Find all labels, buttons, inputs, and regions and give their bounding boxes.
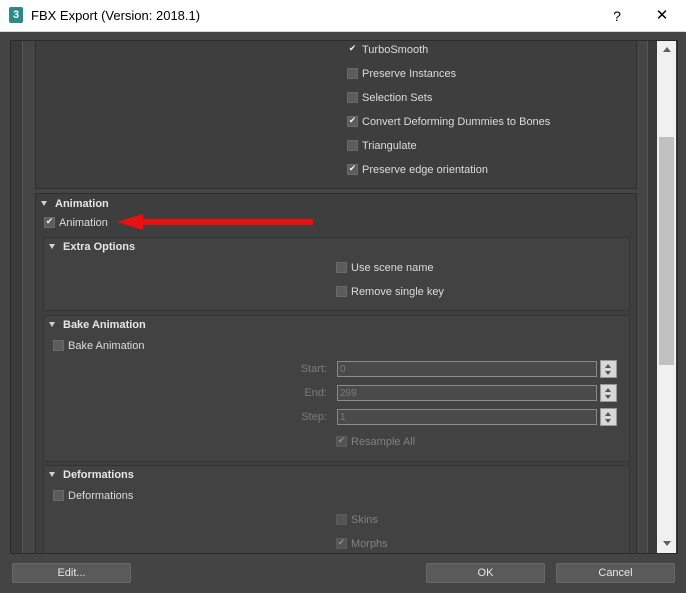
convert-dummies-option[interactable]: ✔ Convert Deforming Dummies to Bones: [347, 114, 550, 130]
animation-panel: Animation ✔ Animation Extra Options Use s…: [35, 193, 637, 553]
resample-all-option[interactable]: ✔ Resample All: [336, 434, 415, 450]
collapse-triangle-icon: [41, 201, 47, 206]
triangulate-label: Triangulate: [362, 140, 417, 152]
extra-options-title: Extra Options: [63, 241, 136, 253]
bake-animation-label: Bake Animation: [68, 340, 145, 352]
scroll-down-icon[interactable]: [663, 541, 671, 546]
end-spinner[interactable]: [600, 384, 617, 402]
deformations-panel: Deformations Deformations Skins ✔ Morphs: [43, 465, 630, 553]
preserve-edge-checkbox[interactable]: ✔: [347, 163, 358, 175]
skins-option[interactable]: Skins: [336, 512, 378, 528]
spinner-up-icon: [605, 364, 611, 368]
turbosmooth-option[interactable]: ✔ TurboSmooth: [347, 42, 429, 58]
resample-all-label: Resample All: [351, 436, 416, 448]
animation-section-header[interactable]: Animation: [41, 198, 109, 210]
remove-single-key-label: Remove single key: [351, 286, 444, 298]
step-label: Step:: [301, 411, 327, 423]
close-button[interactable]: ✕: [648, 5, 676, 27]
start-field[interactable]: 0: [337, 361, 597, 377]
animation-section-title: Animation: [55, 198, 109, 210]
help-button[interactable]: ?: [605, 5, 629, 27]
turbosmooth-checkbox[interactable]: ✔: [347, 44, 358, 55]
skins-label: Skins: [351, 514, 378, 526]
step-field[interactable]: 1: [337, 409, 597, 425]
use-scene-name-label: Use scene name: [351, 262, 434, 274]
preserve-instances-checkbox[interactable]: [347, 67, 358, 79]
use-scene-name-checkbox[interactable]: [336, 261, 347, 273]
spinner-up-icon: [605, 412, 611, 416]
scroll-up-icon[interactable]: [663, 47, 671, 52]
preserve-instances-option[interactable]: Preserve Instances: [347, 66, 456, 82]
collapse-triangle-icon: [49, 472, 55, 477]
preserve-edge-label: Preserve edge orientation: [362, 164, 488, 176]
bake-animation-panel: Bake Animation Bake Animation Start: 0 E…: [43, 315, 630, 462]
window-title: FBX Export (Version: 2018.1): [31, 8, 201, 23]
spinner-down-icon: [605, 395, 611, 399]
animation-label: Animation: [59, 217, 108, 229]
triangulate-option[interactable]: Triangulate: [347, 138, 417, 154]
geometry-panel: ✔ TurboSmooth Preserve Instances Selectio…: [35, 41, 637, 189]
preserve-instances-label: Preserve Instances: [362, 68, 457, 80]
deformations-title: Deformations: [63, 469, 134, 481]
extra-options-panel: Extra Options Use scene name Remove sing…: [43, 237, 630, 311]
ok-button[interactable]: OK: [426, 563, 545, 583]
animation-option[interactable]: ✔ Animation: [44, 215, 108, 231]
collapse-triangle-icon: [49, 322, 55, 327]
start-spinner[interactable]: [600, 360, 617, 378]
deformations-option[interactable]: Deformations: [53, 488, 133, 504]
start-label: Start:: [300, 363, 327, 375]
convert-dummies-checkbox[interactable]: ✔: [347, 115, 358, 127]
spinner-down-icon: [605, 419, 611, 423]
selection-sets-option[interactable]: Selection Sets: [347, 90, 432, 106]
bake-animation-title: Bake Animation: [63, 319, 146, 331]
collapse-triangle-icon: [49, 244, 55, 249]
bake-animation-checkbox[interactable]: [53, 339, 64, 351]
bake-animation-header[interactable]: Bake Animation: [49, 319, 146, 331]
morphs-option[interactable]: ✔ Morphs: [336, 536, 388, 552]
remove-single-key-checkbox[interactable]: [336, 285, 347, 297]
annotation-arrow-icon: [117, 214, 313, 230]
end-field[interactable]: 299: [337, 385, 597, 401]
extra-options-header[interactable]: Extra Options: [49, 241, 135, 253]
turbosmooth-label: TurboSmooth: [362, 44, 429, 56]
edit-button[interactable]: Edit...: [12, 563, 131, 583]
selection-sets-label: Selection Sets: [362, 92, 433, 104]
triangulate-checkbox[interactable]: [347, 139, 358, 151]
animation-checkbox[interactable]: ✔: [44, 216, 55, 228]
spinner-down-icon: [605, 371, 611, 375]
settings-content: ✔ TurboSmooth Preserve Instances Selectio…: [22, 41, 648, 553]
end-label: End:: [304, 387, 327, 399]
title-bar: 3 FBX Export (Version: 2018.1) ? ✕: [0, 0, 686, 32]
morphs-label: Morphs: [351, 538, 388, 550]
bake-animation-option[interactable]: Bake Animation: [53, 338, 144, 354]
cancel-button[interactable]: Cancel: [556, 563, 675, 583]
selection-sets-checkbox[interactable]: [347, 91, 358, 103]
remove-single-key-option[interactable]: Remove single key: [336, 284, 444, 300]
convert-dummies-label: Convert Deforming Dummies to Bones: [362, 116, 551, 128]
app-icon: 3: [9, 7, 23, 23]
scrollbar-thumb[interactable]: [659, 137, 674, 365]
resample-all-checkbox[interactable]: ✔: [336, 435, 347, 447]
vertical-scrollbar[interactable]: [657, 41, 676, 553]
use-scene-name-option[interactable]: Use scene name: [336, 260, 434, 276]
deformations-header[interactable]: Deformations: [49, 469, 134, 481]
deformations-checkbox[interactable]: [53, 489, 64, 501]
preserve-edge-option[interactable]: ✔ Preserve edge orientation: [347, 162, 488, 178]
settings-scroll-area: ✔ TurboSmooth Preserve Instances Selectio…: [11, 41, 657, 553]
skins-checkbox[interactable]: [336, 513, 347, 525]
step-spinner[interactable]: [600, 408, 617, 426]
morphs-checkbox[interactable]: ✔: [336, 537, 347, 549]
spinner-up-icon: [605, 388, 611, 392]
settings-frame: ✔ TurboSmooth Preserve Instances Selectio…: [10, 40, 678, 554]
deformations-label: Deformations: [68, 490, 134, 502]
